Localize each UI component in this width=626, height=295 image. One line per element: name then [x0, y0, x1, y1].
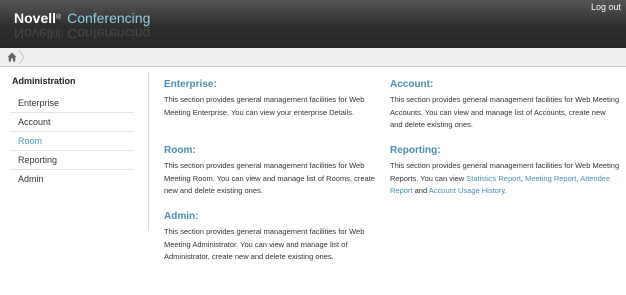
reporting-title: Reporting: — [390, 145, 441, 156]
room-description: This section provides general management… — [164, 161, 375, 195]
brand-reflection-product: Conferencing — [67, 26, 151, 42]
admin-title: Admin: — [164, 211, 199, 222]
reporting-conjunction: and — [412, 186, 429, 195]
enterprise-description: This section provides general management… — [164, 95, 365, 117]
registered-mark: ® — [56, 14, 62, 21]
admin-description: This section provides general management… — [164, 227, 365, 261]
home-icon[interactable] — [7, 52, 17, 62]
account-description: This section provides general management… — [390, 95, 620, 129]
product-name: Conferencing — [67, 10, 151, 26]
sidebar-title: Administration — [12, 76, 76, 86]
enterprise-title: Enterprise: — [164, 79, 217, 90]
meeting-report-link[interactable]: Meeting Report — [525, 174, 576, 183]
statistics-report-link[interactable]: Statistics Report — [466, 174, 521, 183]
sidebar-item-enterprise[interactable]: Enterprise — [10, 94, 134, 113]
reporting-description: This section provides general management… — [390, 160, 620, 198]
breadcrumb-separator-icon — [18, 50, 25, 64]
admin-section: Admin: This section provides general man… — [164, 211, 379, 264]
brand-reflection-mark: ® — [52, 26, 64, 42]
app-header: Novell® Conferencing Novell® Conferencin… — [0, 0, 626, 48]
reporting-section: Reporting: This section provides general… — [390, 145, 620, 198]
reporting-text-suffix: . — [504, 186, 507, 195]
brand-reflection: Novell® Conferencing — [14, 25, 150, 43]
room-title: Room: — [164, 145, 196, 156]
admin-sidebar: Administration Enterprise Account Room R… — [10, 76, 134, 188]
sidebar-item-account[interactable]: Account — [10, 113, 134, 132]
content-divider — [148, 72, 149, 230]
account-title: Account: — [390, 79, 434, 90]
sidebar-item-room[interactable]: Room — [10, 132, 134, 151]
brand-name: Novell — [14, 10, 57, 26]
sidebar-item-admin[interactable]: Admin — [10, 170, 134, 188]
sidebar-item-reporting[interactable]: Reporting — [10, 151, 134, 170]
room-section: Room: This section provides general mana… — [164, 145, 379, 198]
logout-link[interactable]: Log out — [591, 2, 621, 12]
account-usage-history-link[interactable]: Account Usage History — [429, 186, 505, 195]
enterprise-section: Enterprise: This section provides genera… — [164, 79, 379, 119]
brand-reflection-name: Novell — [14, 26, 53, 42]
breadcrumb — [0, 48, 626, 67]
account-section: Account: This section provides general m… — [390, 79, 620, 132]
